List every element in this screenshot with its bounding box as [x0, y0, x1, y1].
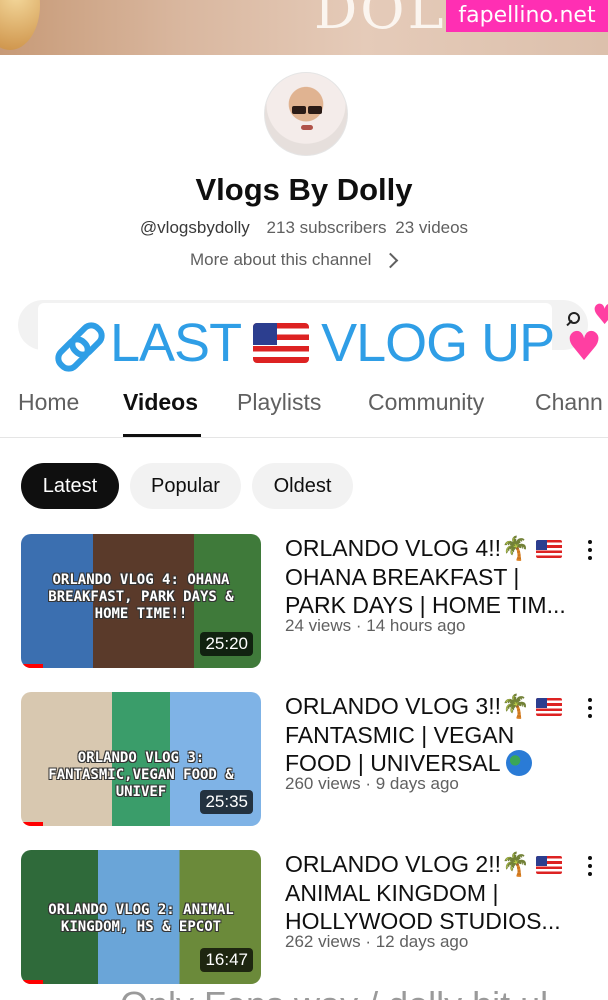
video-meta: 262 views · 12 days ago	[285, 932, 469, 951]
more-options-icon[interactable]	[588, 540, 594, 562]
video-thumbnail[interactable]: ORLANDO VLOG 4: OHANA BREAKFAST, PARK DA…	[21, 534, 261, 668]
channel-name: Vlogs By Dolly	[195, 172, 413, 207]
tab-community[interactable]: Community	[368, 389, 484, 416]
tab-playlists[interactable]: Playlists	[237, 389, 321, 416]
video-meta: 24 views · 14 hours ago	[285, 616, 466, 635]
video-title-prefix: ORLANDO VLOG 2!!	[285, 851, 502, 877]
video-item[interactable]: ORLANDO VLOG 4: OHANA BREAKFAST, PARK DA…	[0, 534, 608, 674]
video-title-prefix: ORLANDO VLOG 3!!	[285, 693, 502, 719]
story-sticker: LAST VLOG UP ♥ ♥	[54, 298, 608, 374]
video-count: 23 videos	[395, 218, 469, 237]
watch-progress-bar	[21, 822, 43, 826]
video-item[interactable]: ORLANDO VLOG 2: ANIMAL KINGDOM, HS & EPC…	[0, 850, 608, 990]
us-flag-icon	[253, 323, 310, 363]
channel-handle: @vlogsbydolly	[139, 218, 250, 237]
video-meta: 260 views · 9 days ago	[285, 774, 459, 793]
avatar-lips	[301, 125, 313, 130]
video-title-rest: FANTASMIC | VEGAN FOOD | UNIVERSAL	[285, 722, 515, 776]
active-tab-indicator	[123, 434, 201, 437]
video-item[interactable]: ORLANDO VLOG 3: FANTASMIC,VEGAN FOOD & U…	[0, 692, 608, 832]
chevron-right-icon	[383, 252, 399, 268]
story-text-vlog-up: VLOG UP	[321, 313, 555, 373]
tab-channels[interactable]: Chann	[535, 389, 603, 416]
thumbnail-caption: ORLANDO VLOG 2: ANIMAL KINGDOM, HS & EPC…	[48, 902, 234, 935]
banner-image	[0, 0, 40, 50]
thumbnail-caption: ORLANDO VLOG 4: OHANA BREAKFAST, PARK DA…	[48, 572, 234, 622]
more-options-icon[interactable]	[588, 856, 594, 878]
avatar-glasses	[292, 106, 306, 114]
us-flag-icon	[536, 698, 563, 716]
watermark: fapellino.net	[446, 0, 608, 32]
tab-home[interactable]: Home	[18, 389, 79, 416]
watch-progress-bar	[21, 664, 43, 668]
palm-tree-icon: 🌴	[501, 852, 530, 878]
video-title-prefix: ORLANDO VLOG 4!!	[285, 535, 502, 561]
tab-videos[interactable]: Videos	[123, 389, 198, 416]
us-flag-icon	[536, 540, 563, 558]
video-thumbnail[interactable]: ORLANDO VLOG 3: FANTASMIC,VEGAN FOOD & U…	[21, 692, 261, 826]
video-title-rest: OHANA BREAKFAST | PARK DAYS | HOME TIM..…	[285, 564, 566, 618]
bottom-overlay-text: Only Fans way / dolly hit ul	[120, 984, 548, 1000]
more-about-label: More about this channel	[190, 250, 372, 269]
video-duration: 25:35	[200, 790, 253, 814]
video-thumbnail[interactable]: ORLANDO VLOG 2: ANIMAL KINGDOM, HS & EPC…	[21, 850, 261, 984]
subscriber-count: 213 subscribers	[266, 218, 387, 237]
video-title[interactable]: ORLANDO VLOG 4!!🌴 OHANA BREAKFAST | PARK…	[285, 534, 577, 618]
channel-avatar[interactable]	[264, 72, 348, 156]
filter-latest[interactable]: Latest	[21, 463, 119, 509]
filter-oldest[interactable]: Oldest	[252, 463, 353, 509]
us-flag-icon	[536, 856, 563, 874]
more-about-channel-link[interactable]: More about this channel	[190, 250, 399, 270]
filter-popular[interactable]: Popular	[130, 463, 241, 509]
two-hearts-icon: ♥ ♥	[566, 298, 608, 370]
video-duration: 25:20	[200, 632, 253, 656]
avatar-glasses	[308, 106, 322, 114]
palm-tree-icon: 🌴	[501, 536, 530, 562]
link-icon	[54, 321, 98, 365]
channel-tabs: Home Videos Playlists Community Chann	[0, 380, 608, 438]
more-options-icon[interactable]	[588, 698, 594, 720]
video-title[interactable]: ORLANDO VLOG 2!!🌴 ANIMAL KINGDOM | HOLLY…	[285, 850, 577, 934]
palm-tree-icon: 🌴	[501, 694, 530, 720]
channel-meta: @vlogsbydolly 213 subscribers 23 videos	[0, 218, 608, 238]
video-duration: 16:47	[200, 948, 253, 972]
video-title[interactable]: ORLANDO VLOG 3!!🌴 FANTASMIC | VEGAN FOOD…	[285, 692, 577, 776]
globe-icon	[506, 750, 533, 776]
story-text-last: LAST	[110, 313, 242, 373]
video-title-rest: ANIMAL KINGDOM | HOLLYWOOD STUDIOS...	[285, 880, 561, 934]
watch-progress-bar	[21, 980, 43, 984]
